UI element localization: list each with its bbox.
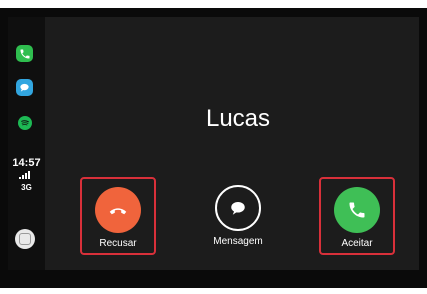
hang-up-icon [109,208,127,215]
decline-label: Recusar [99,238,137,249]
message-button[interactable]: Mensagem [200,177,276,255]
message-bubble-icon [231,202,245,215]
network-type: 3G [21,183,32,192]
decline-call-button[interactable]: Recusar [80,177,156,255]
message-circle[interactable] [215,185,261,231]
caller-name: Lucas [205,105,271,132]
carplay-screen: 14:57 3G Lucas Recusar Mensagem Aceitar [8,17,419,270]
messages-app-icon[interactable] [16,79,33,96]
accept-label: Aceitar [341,238,373,249]
accept-call-button[interactable]: Aceitar [319,177,395,255]
phone-app-icon[interactable] [16,45,33,62]
home-button[interactable] [15,229,35,249]
spotify-app-icon[interactable] [18,116,32,130]
home-icon [19,233,31,245]
phone-icon [20,49,29,58]
decline-circle[interactable] [95,187,141,233]
sidebar: 14:57 3G [8,17,45,270]
speech-bubble-icon [20,83,29,92]
status-time: 14:57 [12,157,41,169]
spotify-icon [21,120,29,126]
message-label: Mensagem [213,236,263,247]
signal-strength-icon [19,171,35,179]
accept-circle[interactable] [334,187,380,233]
phone-answer-icon [349,202,365,218]
